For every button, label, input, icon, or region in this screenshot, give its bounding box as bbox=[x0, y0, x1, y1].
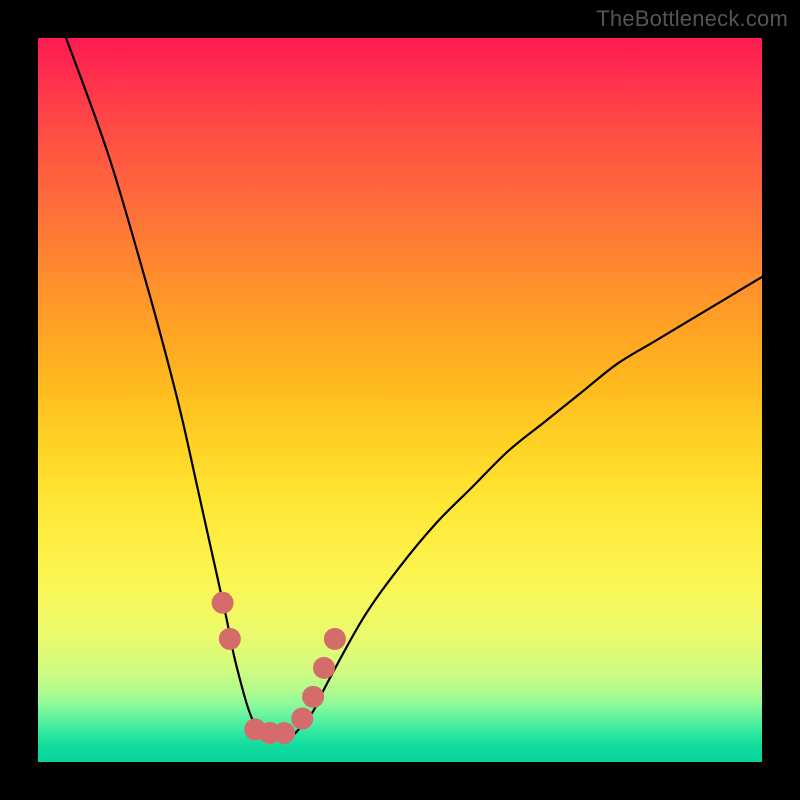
curve-marker bbox=[212, 592, 234, 614]
watermark-text: TheBottleneck.com bbox=[596, 6, 788, 32]
curve-marker bbox=[302, 686, 324, 708]
curve-marker bbox=[219, 628, 241, 650]
bottleneck-curve bbox=[38, 38, 762, 741]
curve-layer bbox=[38, 38, 762, 762]
curve-marker bbox=[324, 628, 346, 650]
plot-area bbox=[38, 38, 762, 762]
curve-marker bbox=[291, 708, 313, 730]
curve-marker bbox=[313, 657, 335, 679]
chart-frame: TheBottleneck.com bbox=[0, 0, 800, 800]
curve-marker bbox=[273, 722, 295, 744]
